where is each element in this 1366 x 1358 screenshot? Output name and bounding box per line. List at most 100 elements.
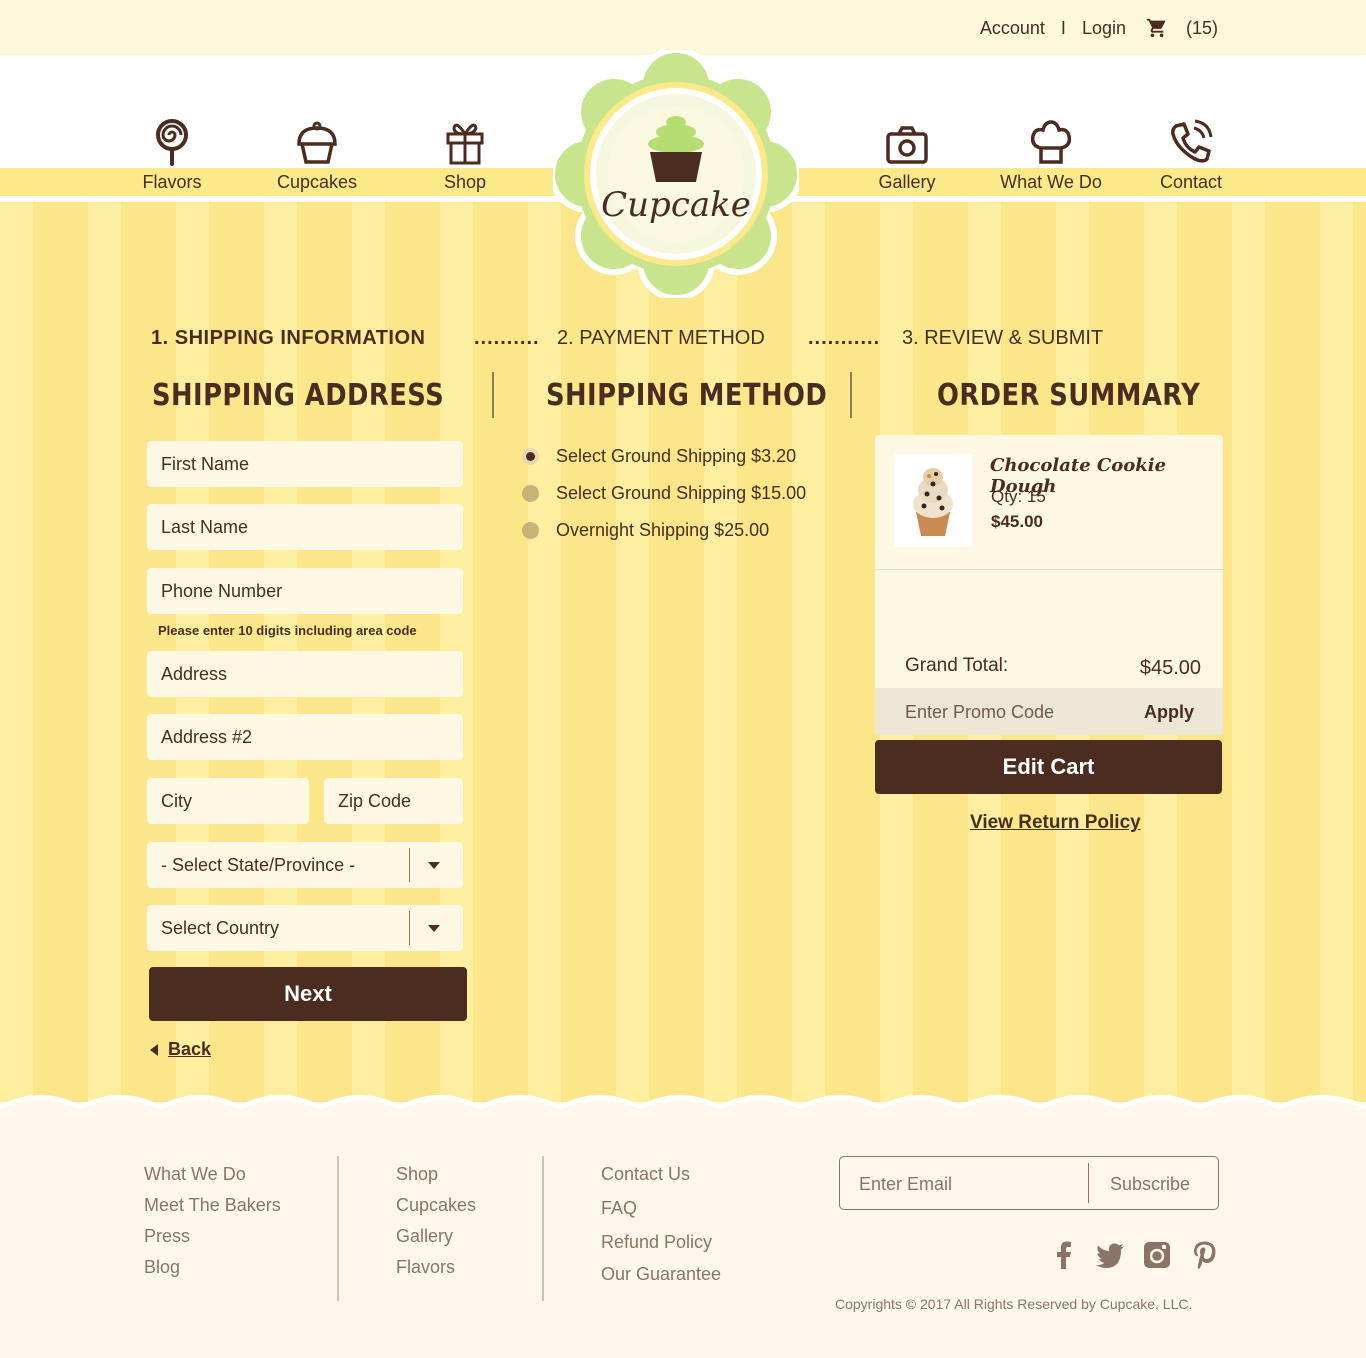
nav-item-contact[interactable]: Contact bbox=[1131, 118, 1251, 193]
step-shipping-information[interactable]: 1. SHIPPING INFORMATION bbox=[151, 327, 425, 350]
footer-link[interactable]: Flavors bbox=[396, 1257, 476, 1278]
link-separator: I bbox=[1060, 17, 1066, 38]
next-button[interactable]: Next bbox=[149, 967, 467, 1021]
order-summary-card: Chocolate Cookie Dough Qty: 15 $45.00 Gr… bbox=[875, 435, 1223, 735]
logo-text: Cupcake bbox=[601, 185, 751, 225]
apply-button[interactable]: Apply bbox=[1144, 702, 1194, 723]
product-price: $45.00 bbox=[991, 512, 1043, 531]
footer-column-shop: Shop Cupcakes Gallery Flavors bbox=[396, 1164, 476, 1288]
city-placeholder: City bbox=[161, 790, 192, 811]
pinterest-icon[interactable] bbox=[1190, 1240, 1220, 1270]
phone-number-field[interactable]: Phone Number bbox=[147, 568, 463, 614]
footer-divider bbox=[337, 1156, 339, 1301]
cupcake-logo[interactable]: Cupcake bbox=[553, 50, 799, 298]
shipping-address-title: SHIPPING ADDRESS bbox=[152, 378, 445, 413]
back-label: Back bbox=[168, 1039, 212, 1059]
cart-count[interactable]: (15) bbox=[1186, 18, 1218, 39]
select-divider bbox=[409, 848, 410, 882]
view-return-policy-link[interactable]: View Return Policy bbox=[970, 812, 1141, 834]
radio-unselected[interactable] bbox=[522, 485, 539, 502]
shipping-option[interactable]: Select Ground Shipping $3.20 bbox=[522, 446, 796, 467]
footer-link[interactable]: Shop bbox=[396, 1164, 476, 1185]
nav-item-shop[interactable]: Shop bbox=[405, 118, 525, 193]
first-name-field[interactable]: First Name bbox=[147, 441, 463, 487]
footer-link[interactable]: Cupcakes bbox=[396, 1195, 476, 1216]
footer-link[interactable]: Refund Policy bbox=[601, 1232, 721, 1253]
footer-link[interactable]: Contact Us bbox=[601, 1164, 721, 1185]
camera-icon bbox=[886, 126, 928, 164]
cart-icon[interactable] bbox=[1146, 17, 1168, 39]
nav-label: What We Do bbox=[1000, 172, 1102, 192]
grand-total-label: Grand Total: bbox=[905, 655, 1009, 676]
chevron-down-icon[interactable] bbox=[428, 925, 440, 932]
footer-link[interactable]: Gallery bbox=[396, 1226, 476, 1247]
email-placeholder: Enter Email bbox=[859, 1174, 953, 1194]
order-summary-title: ORDER SUMMARY bbox=[937, 378, 1201, 413]
email-divider bbox=[1088, 1163, 1089, 1203]
account-links: Account I Login (15) bbox=[980, 17, 1218, 39]
top-bar: Account I Login (15) bbox=[0, 0, 1366, 55]
footer-link[interactable]: What We Do bbox=[144, 1164, 281, 1185]
newsletter-email-field[interactable]: Enter Email Subscribe bbox=[839, 1156, 1219, 1210]
footer-link[interactable]: Meet The Bakers bbox=[144, 1195, 281, 1216]
radio-unselected[interactable] bbox=[522, 522, 539, 539]
radio-selected[interactable] bbox=[522, 448, 539, 465]
scallop-edge bbox=[0, 1095, 1366, 1125]
back-link[interactable]: Back bbox=[150, 1039, 211, 1060]
footer-link[interactable]: Our Guarantee bbox=[601, 1264, 721, 1285]
state-select[interactable]: - Select State/Province - bbox=[147, 842, 463, 888]
copyright-text: Copyrights © 2017 All Rights Reserved by… bbox=[835, 1296, 1193, 1312]
shipping-option[interactable]: Select Ground Shipping $15.00 bbox=[522, 483, 806, 504]
nav-item-gallery[interactable]: Gallery bbox=[847, 118, 967, 193]
lollipop-icon bbox=[156, 119, 188, 166]
twitter-icon[interactable] bbox=[1095, 1240, 1125, 1270]
nav-label: Flavors bbox=[142, 172, 202, 192]
shipping-option-label: Overnight Shipping $25.00 bbox=[556, 520, 770, 540]
step-connector: .......... bbox=[474, 327, 540, 349]
footer-column-about: What We Do Meet The Bakers Press Blog bbox=[144, 1164, 281, 1288]
column-divider bbox=[850, 372, 852, 418]
country-select-value: Select Country bbox=[161, 917, 280, 938]
step-payment-method[interactable]: 2. PAYMENT METHOD bbox=[557, 327, 765, 350]
zip-code-field[interactable]: Zip Code bbox=[324, 778, 463, 824]
column-divider bbox=[492, 372, 494, 418]
summary-divider bbox=[875, 569, 1223, 570]
promo-code-input[interactable]: Enter Promo Code Apply bbox=[875, 688, 1223, 735]
step-review-submit[interactable]: 3. REVIEW & SUBMIT bbox=[902, 327, 1103, 350]
subscribe-button[interactable]: Subscribe bbox=[1110, 1174, 1190, 1195]
edit-cart-button[interactable]: Edit Cart bbox=[875, 740, 1222, 794]
product-thumbnail[interactable] bbox=[894, 454, 972, 547]
phone-placeholder: Phone Number bbox=[161, 580, 283, 601]
last-name-placeholder: Last Name bbox=[161, 516, 249, 537]
shipping-option[interactable]: Overnight Shipping $25.00 bbox=[522, 520, 769, 541]
footer-link[interactable]: FAQ bbox=[601, 1198, 721, 1219]
country-select[interactable]: Select Country bbox=[147, 905, 463, 951]
footer-link[interactable]: Blog bbox=[144, 1257, 281, 1278]
cupcake-icon bbox=[297, 121, 337, 164]
first-name-placeholder: First Name bbox=[161, 453, 250, 474]
nav-label: Cupcakes bbox=[276, 172, 358, 192]
nav-item-what-we-do[interactable]: What We Do bbox=[991, 118, 1111, 193]
last-name-field[interactable]: Last Name bbox=[147, 504, 463, 550]
account-link[interactable]: Account bbox=[980, 18, 1045, 39]
facebook-icon[interactable] bbox=[1049, 1240, 1079, 1270]
state-select-value: - Select State/Province - bbox=[161, 854, 356, 875]
grand-total-value: $45.00 bbox=[1139, 657, 1201, 679]
city-field[interactable]: City bbox=[147, 778, 309, 824]
promo-placeholder: Enter Promo Code bbox=[905, 702, 1055, 722]
instagram-icon[interactable] bbox=[1142, 1240, 1172, 1270]
login-link[interactable]: Login bbox=[1082, 18, 1126, 39]
nav-label: Shop bbox=[443, 172, 487, 192]
address-placeholder: Address bbox=[161, 663, 228, 684]
address2-field[interactable]: Address #2 bbox=[147, 714, 463, 760]
nav-item-flavors[interactable]: Flavors bbox=[112, 118, 232, 193]
chevron-down-icon[interactable] bbox=[428, 862, 440, 869]
nav-label: Gallery bbox=[878, 172, 936, 192]
nav-item-cupcakes[interactable]: Cupcakes bbox=[257, 118, 377, 193]
address-field[interactable]: Address bbox=[147, 651, 463, 697]
shipping-option-label: Select Ground Shipping $15.00 bbox=[556, 483, 807, 503]
phone-icon bbox=[1171, 119, 1213, 163]
footer-link[interactable]: Press bbox=[144, 1226, 281, 1247]
zip-placeholder: Zip Code bbox=[338, 790, 412, 811]
gift-icon bbox=[446, 123, 484, 165]
